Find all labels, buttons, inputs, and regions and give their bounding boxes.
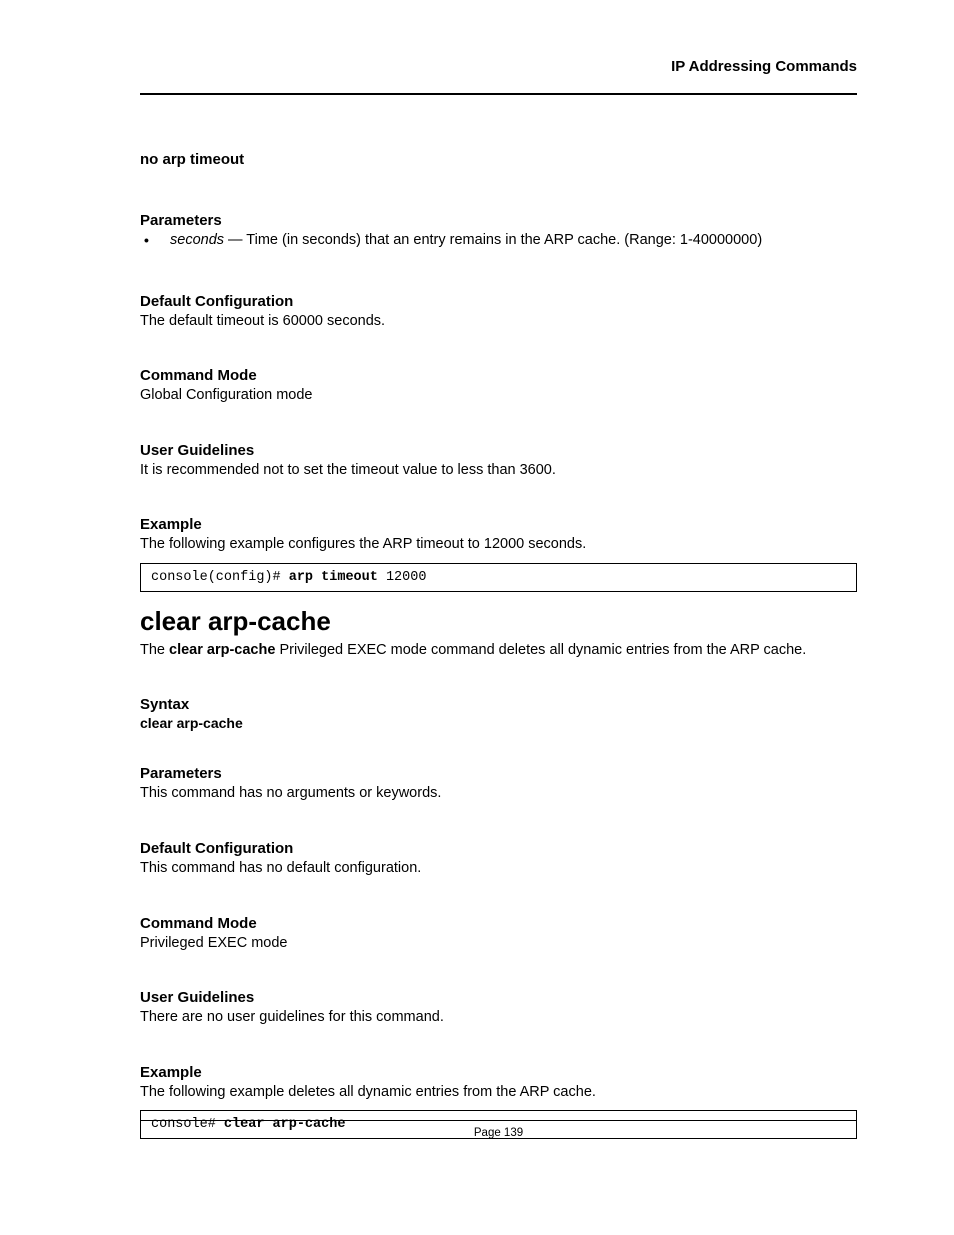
parameter-bullet: • seconds — Time (in seconds) that an en… xyxy=(140,231,857,251)
text-example-1: The following example configures the ARP… xyxy=(140,535,857,555)
bullet-icon: • xyxy=(140,231,170,250)
heading-user-guidelines-2: User Guidelines xyxy=(140,989,857,1006)
page-number: Page 139 xyxy=(140,1127,857,1139)
heading-default-config-1: Default Configuration xyxy=(140,293,857,310)
text-default-config-2: This command has no default configuratio… xyxy=(140,859,857,879)
heading-default-config-2: Default Configuration xyxy=(140,840,857,857)
param-name-seconds: seconds xyxy=(170,232,224,248)
desc-pre: The xyxy=(140,642,169,658)
code-example-1: console(config)# arp timeout 12000 xyxy=(140,563,857,592)
code-arg: 12000 xyxy=(386,570,427,585)
footer-rule xyxy=(140,1120,857,1121)
text-user-guidelines-1: It is recommended not to set the timeout… xyxy=(140,461,857,481)
text-parameters-2: This command has no arguments or keyword… xyxy=(140,784,857,804)
heading-parameters-1: Parameters xyxy=(140,212,857,229)
desc-post: Privileged EXEC mode command deletes all… xyxy=(275,642,806,658)
page-footer: Page 139 xyxy=(140,1120,857,1139)
code-prompt: console(config)# xyxy=(151,570,289,585)
heading-user-guidelines-1: User Guidelines xyxy=(140,442,857,459)
heading-no-arp-timeout: no arp timeout xyxy=(140,151,857,168)
heading-parameters-2: Parameters xyxy=(140,765,857,782)
text-command-mode-1: Global Configuration mode xyxy=(140,386,857,406)
heading-example-2: Example xyxy=(140,1064,857,1081)
text-example-2: The following example deletes all dynami… xyxy=(140,1083,857,1103)
text-command-mode-2: Privileged EXEC mode xyxy=(140,934,857,954)
syntax-line: clear arp-cache xyxy=(140,715,857,731)
parameter-text: seconds — Time (in seconds) that an entr… xyxy=(170,231,857,251)
page-header-title: IP Addressing Commands xyxy=(140,58,857,75)
header-rule xyxy=(140,93,857,95)
heading-command-mode-2: Command Mode xyxy=(140,915,857,932)
code-command: arp timeout xyxy=(289,570,386,585)
heading-command-mode-1: Command Mode xyxy=(140,367,857,384)
param-desc: — Time (in seconds) that an entry remain… xyxy=(224,232,762,248)
text-default-config-1: The default timeout is 60000 seconds. xyxy=(140,312,857,332)
command-description: The clear arp-cache Privileged EXEC mode… xyxy=(140,641,857,661)
command-title-clear-arp-cache: clear arp-cache xyxy=(140,606,857,637)
document-page: IP Addressing Commands no arp timeout Pa… xyxy=(0,0,954,1235)
text-user-guidelines-2: There are no user guidelines for this co… xyxy=(140,1008,857,1028)
heading-example-1: Example xyxy=(140,516,857,533)
desc-bold: clear arp-cache xyxy=(169,642,275,658)
heading-syntax: Syntax xyxy=(140,696,857,713)
